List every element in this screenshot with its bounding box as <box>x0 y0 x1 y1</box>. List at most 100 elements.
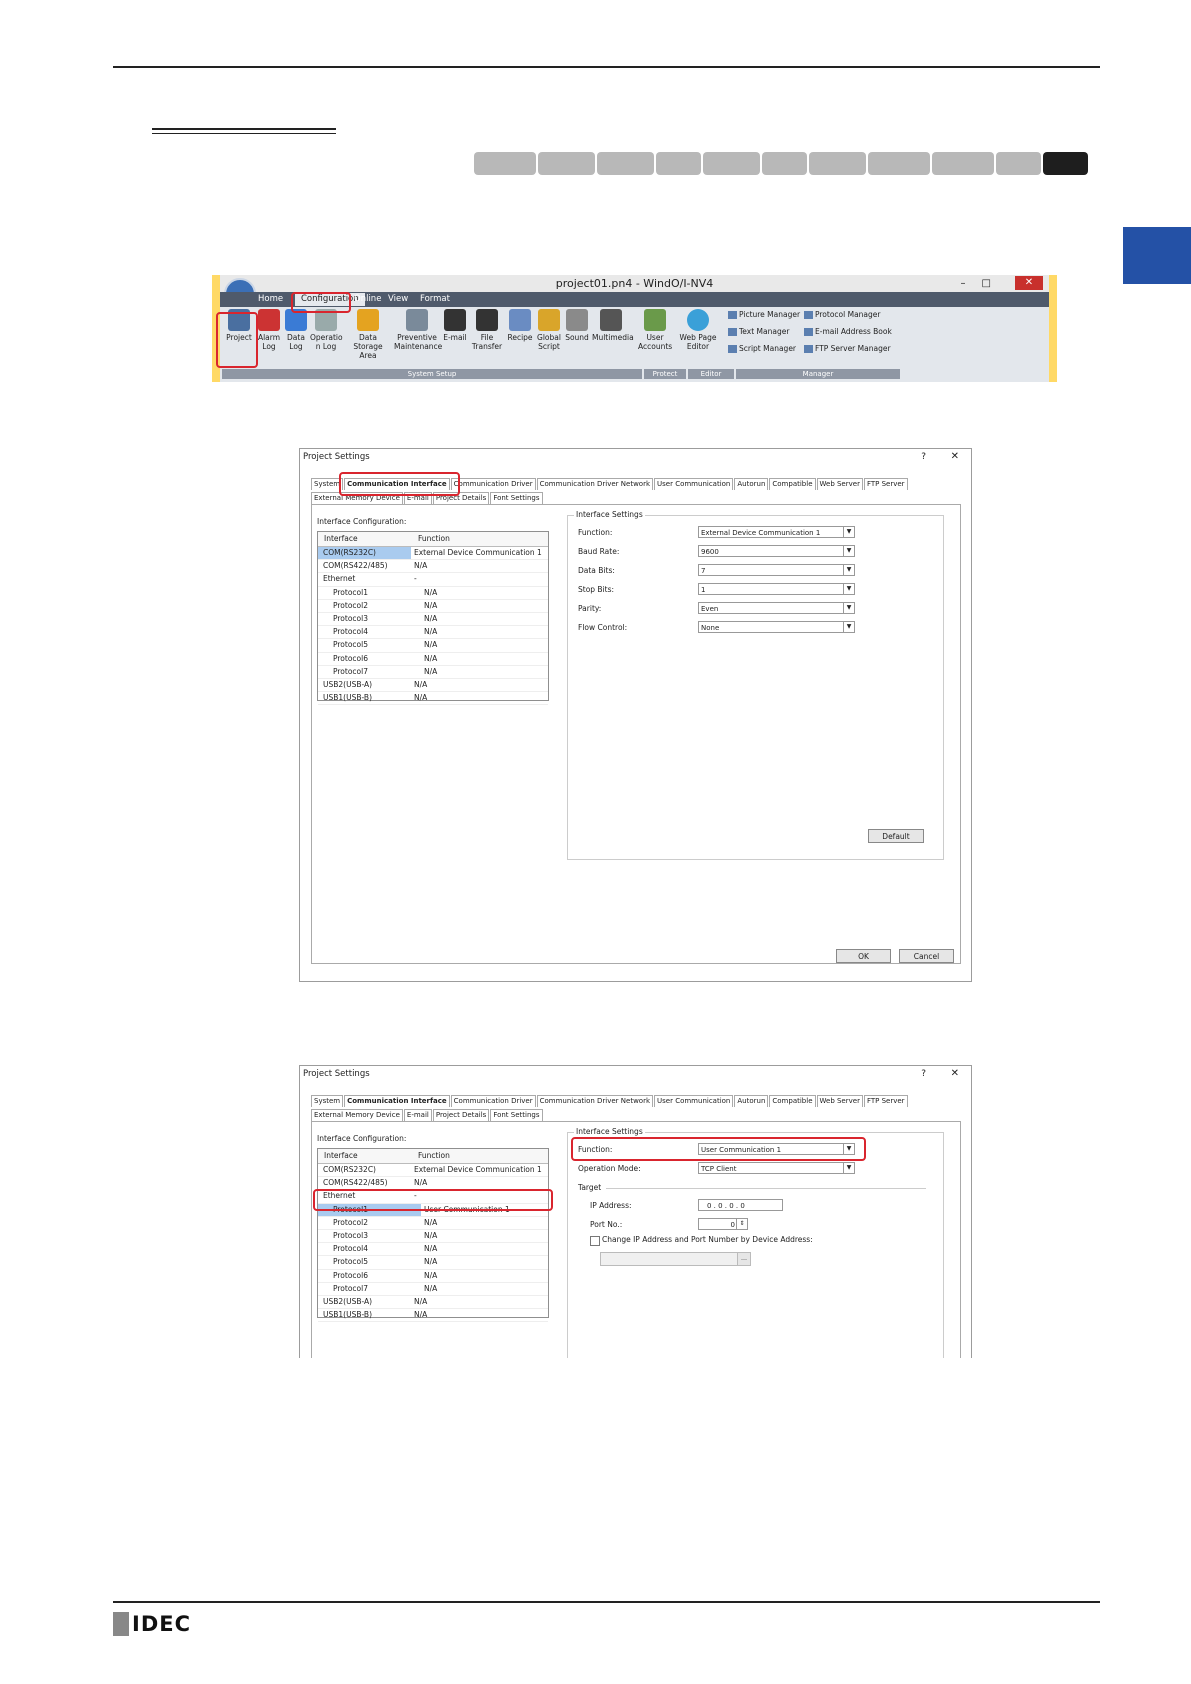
web-page-editor-button[interactable]: Web Page Editor <box>678 309 718 351</box>
protocol-manager-button[interactable]: Protocol Manager <box>804 310 880 319</box>
tab-project-details[interactable]: Project Details <box>432 1109 490 1121</box>
interface-settings-label: Interface Settings <box>574 1127 645 1136</box>
tab-communication-driver-network[interactable]: Communication Driver Network <box>536 1095 654 1107</box>
table-row[interactable]: Protocol5 N/A <box>318 1256 548 1270</box>
script-manager-button[interactable]: Script Manager <box>728 344 796 353</box>
table-row[interactable]: Protocol4 N/A <box>318 1243 548 1257</box>
close-icon[interactable]: ✕ <box>1015 276 1043 290</box>
stop-bits-select[interactable]: 1 ▼ <box>698 583 855 595</box>
sound-button[interactable]: Sound <box>564 309 590 342</box>
text-manager-button[interactable]: Text Manager <box>728 327 789 336</box>
table-row[interactable]: Protocol7 N/A <box>318 1283 548 1296</box>
alarm-log-button[interactable]: Alarm Log <box>256 309 282 351</box>
table-row[interactable]: Protocol6 N/A <box>318 653 548 666</box>
section-underline-2 <box>152 133 336 134</box>
tab-user-communication[interactable]: User Communication <box>654 1095 734 1107</box>
close-icon[interactable]: ✕ <box>951 1068 959 1079</box>
table-row[interactable]: Ethernet - <box>318 573 548 587</box>
operation-log-button[interactable]: Operatio n Log <box>310 309 343 351</box>
table-row[interactable]: USB2(USB-A) N/A <box>318 1296 548 1310</box>
data-bits-select[interactable]: 7 ▼ <box>698 564 855 576</box>
ip-address-field[interactable]: 0 . 0 . 0 . 0 <box>698 1199 783 1211</box>
target-label: Target <box>578 1183 602 1192</box>
tab-compatible[interactable]: Compatible <box>769 1095 816 1107</box>
ftp-server-manager-button[interactable]: FTP Server Manager <box>804 344 891 353</box>
tab-communication-driver[interactable]: Communication Driver <box>450 478 536 490</box>
ok-button[interactable]: OK <box>836 949 891 963</box>
port-number-stepper[interactable]: 0 ⇕ <box>698 1218 748 1230</box>
tab-compatible[interactable]: Compatible <box>769 478 816 490</box>
device-address-field[interactable] <box>600 1252 738 1266</box>
help-icon[interactable]: ? <box>921 1069 926 1079</box>
global-script-button[interactable]: Global Script <box>536 309 562 351</box>
tab-format[interactable]: Format <box>420 294 450 304</box>
table-row[interactable]: Protocol3 N/A <box>318 1230 548 1244</box>
dialog-title: Project Settings <box>303 452 370 462</box>
tab-autorun[interactable]: Autorun <box>734 1095 769 1107</box>
tab-email[interactable]: E-mail <box>403 1109 432 1121</box>
flow-control-select[interactable]: None ▼ <box>698 621 855 633</box>
email-button[interactable]: E-mail <box>442 309 468 342</box>
tab-font-settings[interactable]: Font Settings <box>490 492 543 504</box>
project-settings-dialog-2: Project Settings ? ✕ System Communicatio… <box>299 1065 972 1358</box>
recipe-button[interactable]: Recipe <box>506 309 534 342</box>
table-row[interactable]: USB1(USB-B) N/A <box>318 692 548 706</box>
change-ip-checkbox[interactable] <box>590 1236 600 1246</box>
table-row[interactable]: COM(RS422/485) N/A <box>318 560 548 574</box>
table-row[interactable]: USB1(USB-B) N/A <box>318 1309 548 1323</box>
tab-ftp-server[interactable]: FTP Server <box>863 478 908 490</box>
tab-communication-driver[interactable]: Communication Driver <box>450 1095 536 1107</box>
table-row[interactable]: Protocol1 N/A <box>318 587 548 600</box>
cancel-button[interactable]: Cancel <box>899 949 954 963</box>
section-underline <box>152 128 336 130</box>
email-address-book-button[interactable]: E-mail Address Book <box>804 327 892 336</box>
tab-web-server[interactable]: Web Server <box>816 478 863 490</box>
table-row[interactable]: USB2(USB-A) N/A <box>318 679 548 693</box>
tab-font-settings[interactable]: Font Settings <box>490 1109 543 1121</box>
table-row[interactable]: COM(RS232C) External Device Communication… <box>318 547 548 561</box>
table-row[interactable]: Protocol2 N/A <box>318 600 548 613</box>
window-controls[interactable]: –□ <box>961 275 1007 292</box>
tab-home[interactable]: Home <box>258 294 283 304</box>
parity-select[interactable]: Even ▼ <box>698 602 855 614</box>
baud-rate-select[interactable]: 9600 ▼ <box>698 545 855 557</box>
help-icon[interactable]: ? <box>921 452 926 462</box>
table-row[interactable]: Protocol4 N/A <box>318 626 548 640</box>
tab-communication-interface[interactable]: Communication Interface <box>344 1095 450 1107</box>
tab-user-communication[interactable]: User Communication <box>654 478 734 490</box>
baud-rate-label: Baud Rate: <box>578 547 620 556</box>
list-header: Interface Function <box>318 1149 548 1164</box>
table-row[interactable]: Protocol2 N/A <box>318 1217 548 1230</box>
table-row[interactable]: Protocol5 N/A <box>318 639 548 653</box>
file-transfer-button[interactable]: File Transfer <box>470 309 504 351</box>
tab-external-memory-device[interactable]: External Memory Device <box>311 1109 403 1121</box>
stop-bits-label: Stop Bits: <box>578 585 615 594</box>
table-row[interactable]: Protocol7 N/A <box>318 666 548 679</box>
function-select[interactable]: External Device Communication 1 ▼ <box>698 526 855 538</box>
tab-web-server[interactable]: Web Server <box>816 1095 863 1107</box>
interface-settings-label: Interface Settings <box>574 510 645 519</box>
tab-row-2: External Memory Device E-mail Project De… <box>311 1109 544 1121</box>
close-icon[interactable]: ✕ <box>951 451 959 462</box>
multimedia-button[interactable]: Multimedia <box>592 309 634 342</box>
tab-autorun[interactable]: Autorun <box>734 478 769 490</box>
tab-ftp-server[interactable]: FTP Server <box>863 1095 908 1107</box>
table-row[interactable]: Protocol3 N/A <box>318 613 548 627</box>
project-settings-dialog-1: Project Settings ? ✕ System Communicatio… <box>299 448 972 982</box>
model-tab <box>932 152 994 175</box>
data-log-button[interactable]: Data Log <box>284 309 308 351</box>
browse-button[interactable]: … <box>737 1252 751 1266</box>
tab-system[interactable]: System <box>311 1095 344 1107</box>
default-button[interactable]: Default <box>868 829 924 843</box>
data-storage-area-button[interactable]: Data Storage Area <box>344 309 392 360</box>
operation-mode-select[interactable]: TCP Client ▼ <box>698 1162 855 1174</box>
table-row[interactable]: Protocol6 N/A <box>318 1270 548 1283</box>
picture-manager-button[interactable]: Picture Manager <box>728 310 800 319</box>
tab-communication-driver-network[interactable]: Communication Driver Network <box>536 478 654 490</box>
user-accounts-button[interactable]: User Accounts <box>638 309 672 351</box>
tab-view[interactable]: View <box>388 294 408 304</box>
preventive-maintenance-button[interactable]: Preventive Maintenance <box>394 309 442 351</box>
table-row[interactable]: COM(RS232C) External Device Communication… <box>318 1164 548 1178</box>
multimedia-icon <box>600 309 622 331</box>
tab-online[interactable]: Online <box>354 294 381 304</box>
